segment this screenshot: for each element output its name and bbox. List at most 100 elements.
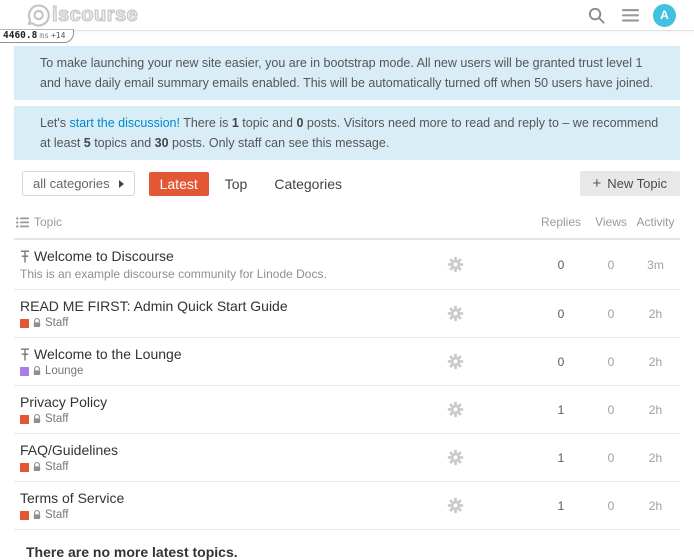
site-header: iscourse A — [0, 0, 694, 31]
search-button[interactable] — [585, 4, 608, 27]
topic-row: Welcome to Discourse This is an example … — [14, 240, 680, 290]
tab-categories[interactable]: Categories — [263, 172, 353, 196]
views-count: 0 — [591, 403, 631, 417]
column-header-views[interactable]: Views — [591, 215, 631, 229]
poster-avatar-gear-icon[interactable] — [447, 305, 464, 322]
search-icon — [587, 6, 606, 25]
topic-row: READ ME FIRST: Admin Quick Start Guide S… — [14, 290, 680, 338]
category-color-square — [20, 511, 29, 520]
activity-time[interactable]: 2h — [631, 499, 680, 513]
replies-count: 1 — [531, 451, 591, 465]
start-discussion-link[interactable]: start the discussion! — [70, 116, 180, 130]
user-avatar-button[interactable]: A — [653, 4, 676, 27]
topic-excerpt: This is an example discourse community f… — [20, 267, 425, 281]
activity-time[interactable]: 2h — [631, 451, 680, 465]
hamburger-icon — [622, 9, 639, 22]
lock-icon — [33, 318, 41, 328]
activity-time[interactable]: 3m — [631, 258, 680, 272]
topic-table: Topic Replies Views Activity Welcome to … — [14, 209, 680, 530]
topic-title-link[interactable]: READ ME FIRST: Admin Quick Start Guide — [20, 298, 288, 314]
avatar-letter: A — [660, 8, 669, 22]
topic-title-link[interactable]: Terms of Service — [20, 490, 124, 506]
bootstrap-banner-text: To make launching your new site easier, … — [40, 56, 653, 90]
category-badge[interactable]: Staff — [20, 509, 68, 521]
site-logo-text: iscourse — [52, 5, 138, 25]
category-color-square — [20, 319, 29, 328]
category-color-square — [20, 463, 29, 472]
nav-tabs: Latest Top Categories — [149, 172, 353, 196]
pin-icon — [20, 348, 30, 361]
views-count: 0 — [591, 307, 631, 321]
topic-list: Welcome to Discourse This is an example … — [14, 240, 680, 530]
no-more-topics-message: There are no more latest topics. — [26, 544, 680, 560]
lock-icon — [33, 366, 41, 376]
topic-table-header: Topic Replies Views Activity — [14, 209, 680, 240]
topic-count: 1 — [232, 116, 239, 130]
replies-count: 1 — [531, 499, 591, 513]
replies-count: 0 — [531, 258, 591, 272]
list-controls: all categories Latest Top Categories + N… — [14, 171, 680, 196]
tab-top[interactable]: Top — [214, 172, 259, 196]
category-name: Staff — [45, 413, 68, 425]
new-topic-button[interactable]: + New Topic — [580, 171, 681, 196]
poster-avatar-gear-icon[interactable] — [447, 449, 464, 466]
poster-avatar-gear-icon[interactable] — [447, 256, 464, 273]
category-name: Staff — [45, 509, 68, 521]
topic-row: Privacy Policy Staff — [14, 386, 680, 434]
tab-latest[interactable]: Latest — [149, 172, 209, 196]
activity-time[interactable]: 2h — [631, 355, 680, 369]
column-header-replies[interactable]: Replies — [531, 215, 591, 229]
hamburger-menu-button[interactable] — [620, 7, 641, 24]
category-badge[interactable]: Lounge — [20, 365, 83, 377]
topic-header-label: Topic — [34, 215, 62, 229]
topic-title-link[interactable]: Welcome to the Lounge — [34, 346, 182, 362]
views-count: 0 — [591, 499, 631, 513]
new-topic-label: New Topic — [607, 176, 667, 191]
lock-icon — [33, 414, 41, 424]
topic-title-link[interactable]: Welcome to Discourse — [34, 248, 174, 264]
category-badge[interactable]: Staff — [20, 461, 68, 473]
lock-icon — [33, 462, 41, 472]
category-badge[interactable]: Staff — [20, 413, 68, 425]
recommended-posts: 30 — [155, 136, 169, 150]
profiler-time: 4460.8 — [3, 30, 37, 41]
activity-time[interactable]: 2h — [631, 403, 680, 417]
replies-count: 0 — [531, 355, 591, 369]
topic-title-link[interactable]: Privacy Policy — [20, 394, 107, 410]
category-name: Lounge — [45, 365, 83, 377]
profiler-count: +14 — [51, 31, 65, 40]
banner-text: Let's — [40, 116, 70, 130]
topic-title-link[interactable]: FAQ/Guidelines — [20, 442, 118, 458]
replies-count: 1 — [531, 403, 591, 417]
category-filter-label: all categories — [33, 176, 110, 191]
banner-text: There is — [180, 116, 232, 130]
profiler-unit: ms — [39, 31, 49, 40]
recommended-topics: 5 — [84, 136, 91, 150]
banner-text: topic and — [239, 116, 297, 130]
views-count: 0 — [591, 258, 631, 272]
main-content: To make launching your new site easier, … — [0, 46, 694, 560]
replies-count: 0 — [531, 307, 591, 321]
topic-row: Welcome to the Lounge Lounge — [14, 338, 680, 386]
column-header-activity[interactable]: Activity — [631, 215, 680, 229]
column-header-topic[interactable]: Topic — [16, 215, 425, 229]
category-badge[interactable]: Staff — [20, 317, 68, 329]
poster-avatar-gear-icon[interactable] — [447, 353, 464, 370]
category-name: Staff — [45, 461, 68, 473]
start-discussion-banner: Let's start the discussion! There is 1 t… — [14, 106, 680, 160]
topic-row: Terms of Service Staff — [14, 482, 680, 530]
category-filter-dropdown[interactable]: all categories — [22, 171, 135, 196]
bootstrap-mode-banner: To make launching your new site easier, … — [14, 46, 680, 100]
category-color-square — [20, 367, 29, 376]
activity-time[interactable]: 2h — [631, 307, 680, 321]
poster-avatar-gear-icon[interactable] — [447, 497, 464, 514]
site-logo[interactable]: iscourse — [26, 3, 138, 28]
caret-right-icon — [119, 180, 124, 188]
poster-avatar-gear-icon[interactable] — [447, 401, 464, 418]
header-actions: A — [585, 4, 676, 27]
banner-text: topics and — [91, 136, 155, 150]
views-count: 0 — [591, 451, 631, 465]
miniprofiler-badge[interactable]: 4460.8 ms +14 — [0, 29, 74, 43]
pin-icon — [20, 250, 30, 263]
banner-text: posts. Only staff can see this message. — [169, 136, 390, 150]
